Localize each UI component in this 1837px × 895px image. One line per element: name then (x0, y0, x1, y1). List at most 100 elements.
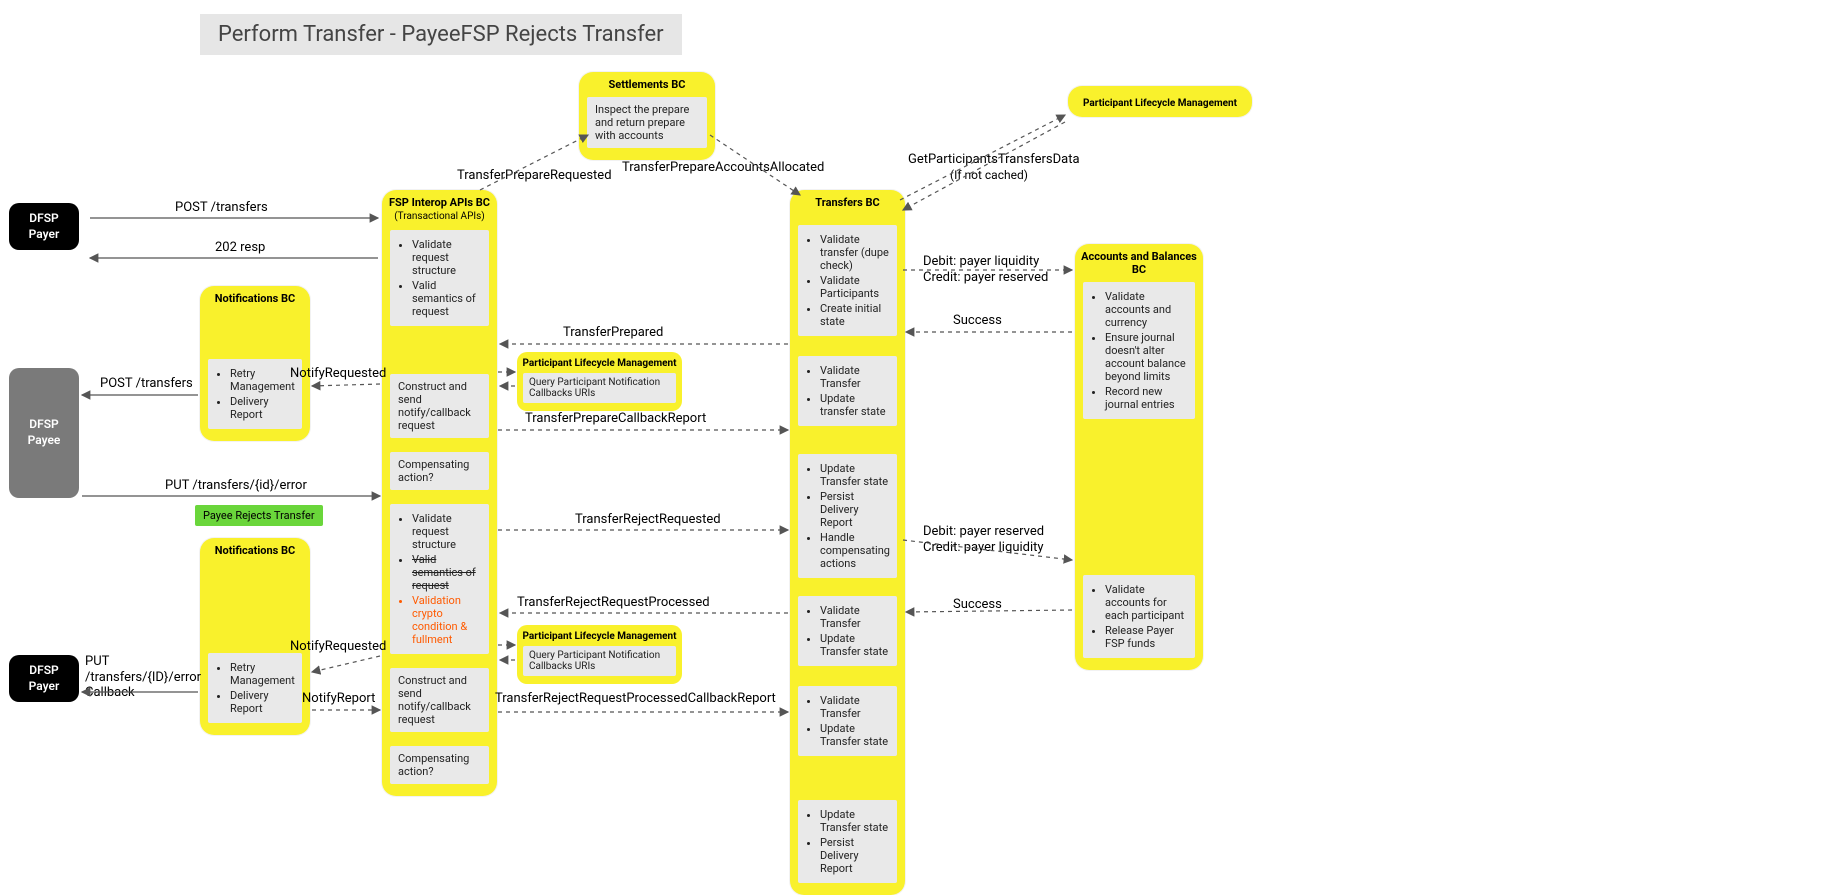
bc-subtitle: (Transactional APIs) (382, 211, 497, 226)
panel-fsp-validate-2: Validate request structure Valid semanti… (390, 504, 489, 654)
li: Ensure journal doesn't alter account bal… (1105, 331, 1187, 383)
li: Retry Management (230, 661, 294, 687)
actor-dfsp-payer-bot: DFSP Payer (9, 655, 79, 702)
panel-accounts-1: Validate accounts and currency Ensure jo… (1083, 282, 1195, 419)
bc-accounts: Accounts and Balances BC Validate accoun… (1075, 244, 1203, 670)
edge-post-transfers-1: POST /transfers (175, 200, 268, 215)
panel-notif2: Retry Management Delivery Report (208, 653, 302, 723)
edge-reject-processed: TransferRejectRequestProcessed (517, 595, 710, 610)
panel-transfers-5: Validate Transfer Update Transfer state (798, 686, 897, 756)
bc-title: Accounts and Balances BC (1075, 244, 1203, 278)
actor-dfsp-payer-top: DFSP Payer (9, 203, 79, 250)
bc-notifications-1: Notifications BC Retry Management Delive… (200, 286, 310, 441)
li: Delivery Report (230, 395, 294, 421)
bc-title: Participant Lifecycle Management (517, 354, 682, 371)
bc-title: Participant Lifecycle Management (517, 627, 682, 644)
actor-label: Payee (13, 433, 75, 449)
bc-fsp-interop: FSP Interop APIs BC (Transactional APIs)… (382, 190, 497, 796)
edge-transfer-prepared: TransferPrepared (563, 325, 663, 340)
li: Update Transfer state (820, 722, 889, 748)
li: Delivery Report (230, 689, 294, 715)
panel-notif1: Retry Management Delivery Report (208, 359, 302, 429)
edge-get-participants: GetParticipantsTransfersData (908, 152, 1080, 167)
panel-fsp-compensate-1: Compensating action? (390, 452, 489, 490)
li: Validate Transfer (820, 604, 889, 630)
actor-label: DFSP (13, 211, 75, 227)
li: Create initial state (820, 302, 889, 328)
edge-success-2: Success (953, 597, 1002, 612)
edge-prepare-requested: TransferPrepareRequested (457, 168, 612, 183)
li: Handle compensating actions (820, 531, 889, 570)
li: Validate Participants (820, 274, 889, 300)
li: Persist Delivery Report (820, 836, 889, 875)
bc-settlements: Settlements BC Inspect the prepare and r… (579, 72, 715, 160)
li: Validate request structure (412, 238, 481, 277)
li: Record new journal entries (1105, 385, 1187, 411)
li: Validate transfer (dupe check) (820, 233, 889, 272)
diagram-title: Perform Transfer - PayeeFSP Rejects Tran… (200, 14, 682, 55)
panel-fsp-validate-1: Validate request structure Valid semanti… (390, 230, 489, 326)
edge-get-participants-sub: (If not cached) (950, 168, 1028, 182)
bc-title: FSP Interop APIs BC (382, 190, 497, 211)
panel-transfers-3: Update Transfer state Persist Delivery R… (798, 454, 897, 578)
li: Update Transfer state (820, 462, 889, 488)
edge-debit-1: Debit: payer liquidity (923, 254, 1039, 269)
actor-label: DFSP (13, 417, 75, 433)
li: Validate Transfer (820, 694, 889, 720)
edge-debit-2: Debit: payer reserved (923, 524, 1044, 539)
li: Release Payer FSP funds (1105, 624, 1187, 650)
edge-success-1: Success (953, 313, 1002, 328)
bc-title: Transfers BC (790, 190, 905, 211)
li: Validate accounts for each participant (1105, 583, 1187, 622)
li: Validate Transfer (820, 364, 889, 390)
li: Retry Management (230, 367, 294, 393)
li: Persist Delivery Report (820, 490, 889, 529)
bc-title: Notifications BC (200, 286, 310, 307)
bc-plm-top: Participant Lifecycle Management (1068, 86, 1252, 117)
panel-fsp-construct-1: Construct and send notify/callback reque… (390, 374, 489, 438)
edge-accounts-allocated: TransferPrepareAccountsAllocated (622, 160, 824, 175)
actor-label: Payer (13, 227, 75, 243)
panel-transfers-4: Validate Transfer Update Transfer state (798, 596, 897, 666)
panel-plm2-text: Query Participant Notification Callbacks… (523, 646, 676, 676)
edge-put-callback: PUT /transfers/{ID}/error Callback (85, 654, 200, 701)
li: Validate accounts and currency (1105, 290, 1187, 329)
bc-title: Notifications BC (200, 538, 310, 559)
tag-payee-rejects: Payee Rejects Transfer (195, 505, 323, 526)
bc-title: Settlements BC (579, 72, 715, 93)
bc-plm-1: Participant Lifecycle Management Query P… (517, 352, 682, 411)
actor-dfsp-payee: DFSP Payee (9, 368, 79, 498)
li: Update Transfer state (820, 808, 889, 834)
edge-reject-requested: TransferRejectRequested (575, 512, 721, 527)
bc-title: Participant Lifecycle Management (1072, 92, 1248, 111)
panel-transfers-2: Validate Transfer Update transfer state (798, 356, 897, 426)
panel-fsp-construct-2: Construct and send notify/callback reque… (390, 668, 489, 732)
li: Update Transfer state (820, 632, 889, 658)
panel-plm1-text: Query Participant Notification Callbacks… (523, 373, 676, 403)
edge-credit-1: Credit: payer reserved (923, 270, 1048, 285)
panel-fsp-compensate-2: Compensating action? (390, 746, 489, 784)
edge-put-error: PUT /transfers/{id}/error (165, 478, 307, 493)
actor-label: DFSP (13, 663, 75, 679)
bc-transfers: Transfers BC Validate transfer (dupe che… (790, 190, 905, 895)
panel-settlements-text: Inspect the prepare and return prepare w… (587, 97, 707, 148)
li: Valid semantics of request (412, 279, 481, 318)
li: Validate request structure (412, 512, 481, 551)
edge-credit-2: Credit: payer liquidity (923, 540, 1044, 555)
li: Validation crypto condition & fullment (412, 594, 481, 646)
panel-transfers-6: Update Transfer state Persist Delivery R… (798, 800, 897, 883)
li: Valid semantics of request (412, 553, 481, 592)
edge-notify-requested-2: NotifyRequested (290, 639, 386, 654)
diagram-canvas: Perform Transfer - PayeeFSP Rejects Tran… (0, 0, 1837, 825)
panel-transfers-1: Validate transfer (dupe check) Validate … (798, 225, 897, 336)
edge-prepare-cb-report: TransferPrepareCallbackReport (525, 411, 706, 426)
edge-notify-report: NotifyReport (302, 691, 375, 706)
li: Update transfer state (820, 392, 889, 418)
actor-label: Payer (13, 679, 75, 695)
panel-accounts-2: Validate accounts for each participant R… (1083, 575, 1195, 658)
bc-plm-2: Participant Lifecycle Management Query P… (517, 625, 682, 684)
edge-reject-cb-report: TransferRejectRequestProcessedCallbackRe… (495, 691, 775, 707)
edge-post-transfers-2: POST /transfers (100, 376, 193, 391)
edge-202-resp: 202 resp (215, 240, 265, 255)
edge-notify-requested-1: NotifyRequested (290, 366, 386, 381)
